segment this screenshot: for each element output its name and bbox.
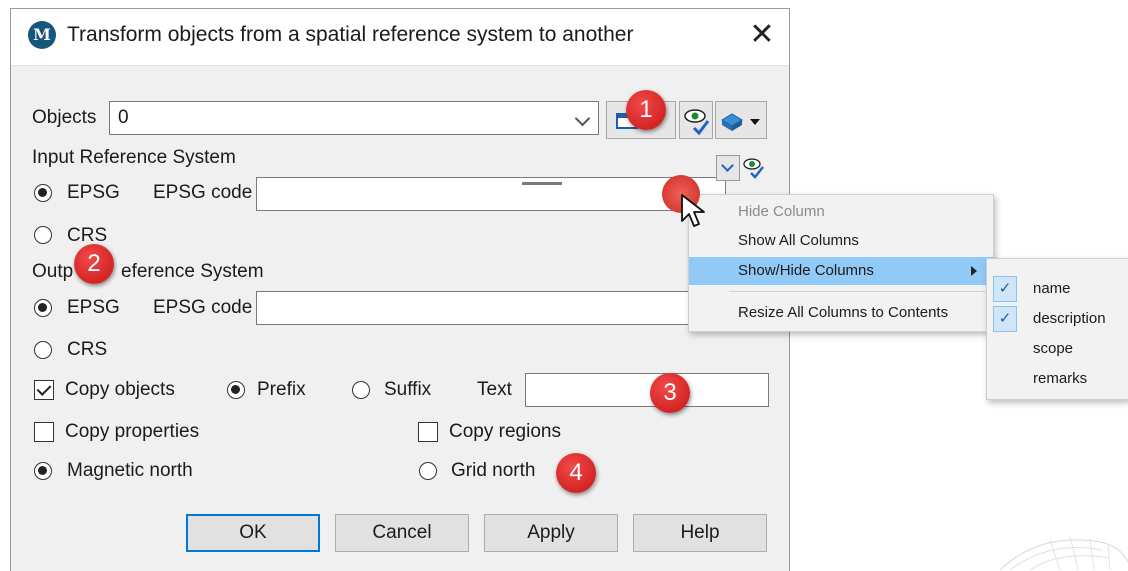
submenu-item-name[interactable]: ✓ name bbox=[987, 275, 1128, 303]
chevron-down-icon bbox=[721, 159, 734, 172]
column-context-menu: Hide Column Show All Columns Show/Hide C… bbox=[688, 194, 994, 332]
menu-item-show-all-columns[interactable]: Show All Columns bbox=[689, 227, 993, 255]
objects-value: 0 bbox=[118, 107, 129, 128]
output-epsg-label: EPSG bbox=[67, 297, 120, 318]
output-epsg-radio[interactable] bbox=[34, 299, 52, 317]
submenu-item-label: name bbox=[1033, 280, 1071, 297]
app-logo-icon: M bbox=[28, 21, 56, 49]
apply-button[interactable]: Apply bbox=[484, 514, 618, 552]
objects-combobox[interactable]: 0 bbox=[109, 101, 599, 135]
copy-regions-checkbox[interactable] bbox=[418, 422, 438, 442]
menu-item-label: Show All Columns bbox=[738, 232, 859, 249]
callout-badge-4: 4 bbox=[556, 453, 596, 493]
input-reference-heading: Input Reference System bbox=[32, 147, 236, 168]
title-bar: M Transform objects from a spatial refer… bbox=[11, 9, 789, 66]
resize-grip-icon bbox=[522, 182, 562, 185]
submenu-item-scope[interactable]: scope bbox=[987, 335, 1128, 363]
input-epsg-code-field[interactable] bbox=[256, 177, 726, 211]
output-crs-label: CRS bbox=[67, 339, 108, 360]
ok-button[interactable]: OK bbox=[186, 514, 320, 552]
output-reference-heading-right: eference System bbox=[121, 261, 264, 282]
grid-north-label: Grid north bbox=[451, 460, 536, 481]
input-epsg-code-label: EPSG code bbox=[153, 182, 253, 203]
eye-check-icon bbox=[684, 109, 710, 136]
layer-icon bbox=[721, 113, 760, 131]
show-objects-button[interactable] bbox=[679, 101, 713, 139]
objects-label: Objects bbox=[32, 107, 97, 128]
callout-badge-2: 2 bbox=[74, 244, 114, 284]
cancel-button[interactable]: Cancel bbox=[335, 514, 469, 552]
copy-objects-checkbox[interactable] bbox=[34, 380, 54, 400]
text-field[interactable] bbox=[525, 373, 769, 407]
callout-badge-1: 1 bbox=[626, 90, 666, 130]
magnetic-north-radio[interactable] bbox=[34, 462, 52, 480]
input-epsg-radio[interactable] bbox=[34, 184, 52, 202]
input-epsg-label: EPSG bbox=[67, 182, 120, 203]
eye-check-icon[interactable] bbox=[741, 155, 767, 181]
grid-north-radio[interactable] bbox=[419, 462, 437, 480]
checkmark-icon: ✓ bbox=[993, 276, 1017, 302]
copy-properties-label: Copy properties bbox=[65, 421, 200, 442]
input-crs-radio[interactable] bbox=[34, 226, 52, 244]
prefix-radio[interactable] bbox=[227, 381, 245, 399]
column-dropdown-button[interactable] bbox=[716, 155, 740, 181]
menu-item-label: Show/Hide Columns bbox=[738, 262, 874, 279]
submenu-item-label: description bbox=[1033, 310, 1106, 327]
callout-badge-3: 3 bbox=[650, 373, 690, 413]
suffix-label: Suffix bbox=[384, 379, 432, 400]
copy-properties-checkbox[interactable] bbox=[34, 422, 54, 442]
magnetic-north-label: Magnetic north bbox=[67, 460, 193, 481]
layer-menu-button[interactable] bbox=[715, 101, 767, 139]
prefix-label: Prefix bbox=[257, 379, 306, 400]
dropdown-arrow-icon bbox=[750, 119, 760, 125]
input-crs-label: CRS bbox=[67, 225, 108, 246]
menu-item-label: Hide Column bbox=[738, 203, 825, 220]
menu-item-resize-all-columns[interactable]: Resize All Columns to Contents bbox=[689, 299, 993, 327]
checkmark-icon: ✓ bbox=[993, 306, 1017, 332]
wireframe-mesh-graphic bbox=[999, 535, 1128, 571]
menu-item-show-hide-columns[interactable]: Show/Hide Columns bbox=[689, 257, 993, 285]
close-icon[interactable]: ✕ bbox=[743, 17, 781, 53]
copy-objects-label: Copy objects bbox=[65, 379, 175, 400]
submenu-item-remarks[interactable]: remarks bbox=[987, 365, 1128, 393]
suffix-radio[interactable] bbox=[352, 381, 370, 399]
dialog-title: Transform objects from a spatial referen… bbox=[67, 23, 634, 46]
menu-item-label: Resize All Columns to Contents bbox=[738, 304, 949, 321]
mouse-cursor-icon bbox=[681, 194, 705, 227]
submenu-arrow-icon bbox=[971, 266, 977, 276]
help-button[interactable]: Help bbox=[633, 514, 767, 552]
output-reference-heading-left: Outp bbox=[32, 261, 74, 282]
output-epsg-code-field[interactable] bbox=[256, 291, 696, 325]
transform-dialog: M Transform objects from a spatial refer… bbox=[10, 8, 790, 571]
copy-regions-label: Copy regions bbox=[449, 421, 561, 442]
text-label: Text bbox=[477, 379, 512, 400]
submenu-item-description[interactable]: ✓ description bbox=[987, 305, 1128, 333]
output-crs-radio[interactable] bbox=[34, 341, 52, 359]
chevron-down-icon[interactable] bbox=[574, 110, 591, 127]
submenu-item-label: scope bbox=[1033, 340, 1074, 357]
output-epsg-code-label: EPSG code bbox=[153, 297, 253, 318]
menu-item-hide-column[interactable]: Hide Column bbox=[689, 198, 993, 226]
columns-submenu: ✓ name ✓ description scope remarks bbox=[986, 258, 1128, 400]
submenu-item-label: remarks bbox=[1033, 370, 1088, 387]
menu-separator bbox=[729, 291, 989, 292]
